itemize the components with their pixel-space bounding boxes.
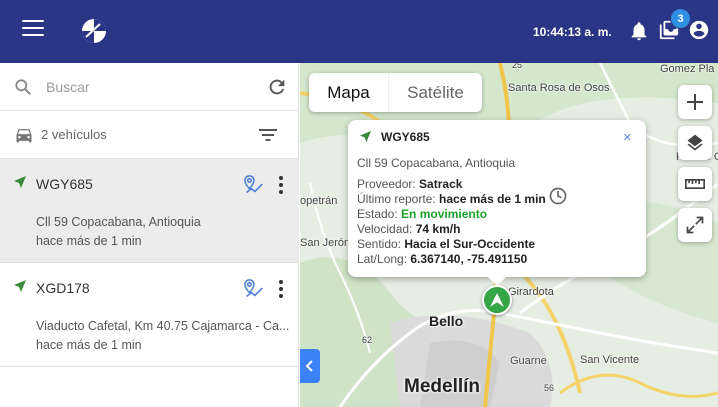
place-label: Gomez Pla [660, 63, 715, 75]
info-latlong: Lat/Long: 6.367140, -75.491150 [357, 252, 528, 266]
app-bar: 10:44:13 a. m. 3 [0, 0, 718, 63]
layers-button[interactable] [678, 126, 712, 160]
info-last-report: Último reporte: hace más de 1 min [357, 192, 546, 206]
zoom-in-button[interactable] [678, 85, 712, 119]
vehicle-last-report: hace más de 1 min [36, 234, 142, 248]
map-type-control: Mapa Satélite [309, 73, 482, 112]
navigation-arrow-icon [14, 176, 26, 188]
navigation-arrow-icon [490, 293, 504, 307]
search-icon [15, 79, 31, 95]
map-view[interactable]: Gomez Pla Santa Rosa de Osos opetrán San… [300, 63, 718, 407]
refresh-icon[interactable] [266, 76, 288, 98]
vehicle-item-xgd178[interactable]: XGD178 Viaducto Cafetal, Km 40.75 Cajama… [0, 263, 299, 367]
info-status: Estado: En movimiento [357, 207, 488, 221]
more-vert-icon[interactable] [277, 175, 285, 195]
vehicle-last-report: hace más de 1 min [36, 338, 142, 352]
ruler-icon [685, 179, 705, 189]
bell-icon[interactable] [628, 20, 650, 42]
collapse-sidebar-button[interactable] [300, 349, 320, 383]
vehicle-sidebar: 2 vehículos WGY685 Cll 59 Copacabana, An… [0, 63, 299, 407]
search-input[interactable] [46, 75, 256, 99]
place-label: Girardota [508, 286, 554, 298]
vehicle-address: Cll 59 Copacabana, Antioquia [36, 215, 201, 229]
map-type-map-button[interactable]: Mapa [309, 73, 388, 112]
car-icon [16, 129, 32, 143]
navigation-arrow-icon [14, 280, 26, 292]
layers-icon [687, 134, 703, 151]
road-shield: 25 [512, 63, 523, 70]
road-shield: 62 [362, 335, 373, 345]
logo-icon [82, 19, 106, 43]
navigation-arrow-icon [359, 130, 372, 143]
account-icon[interactable] [688, 19, 710, 41]
info-direction: Sentido: Hacia el Sur-Occidente [357, 237, 536, 251]
chevron-left-icon [305, 360, 313, 372]
menu-icon[interactable] [22, 20, 44, 38]
vehicle-plate: XGD178 [36, 280, 90, 296]
ruler-button[interactable] [678, 167, 712, 201]
place-label: San Vicente [580, 354, 640, 366]
route-icon[interactable] [243, 174, 265, 196]
vehicle-address: Viaducto Cafetal, Km 40.75 Cajamarca - C… [36, 319, 290, 333]
close-icon[interactable]: × [623, 129, 632, 146]
plus-icon [687, 94, 703, 110]
vehicle-count: 2 vehículos [41, 127, 107, 142]
clock-time: 10:44:13 a. m. [533, 25, 612, 39]
more-vert-icon[interactable] [277, 279, 285, 299]
map-type-satellite-button[interactable]: Satélite [388, 73, 482, 112]
vehicle-marker[interactable] [482, 285, 512, 315]
city-label-bello: Bello [429, 313, 464, 329]
route-icon[interactable] [243, 278, 265, 300]
city-label-medellin: Medellín [404, 376, 481, 397]
vehicle-plate: WGY685 [36, 176, 93, 192]
info-provider: Proveedor: Satrack [357, 177, 463, 191]
place-label: Guarne [510, 355, 547, 367]
vehicle-item-wgy685[interactable]: WGY685 Cll 59 Copacabana, Antioquia hace… [0, 159, 299, 263]
fullscreen-icon [686, 216, 704, 234]
place-label: Santa Rosa de Osos [508, 82, 610, 94]
road-shield: 56 [544, 383, 555, 393]
info-address: Cll 59 Copacabana, Antioquia [357, 156, 516, 170]
info-speed: Velocidad: 74 km/h [357, 222, 461, 236]
clock-icon [549, 187, 567, 205]
place-label: opetrán [300, 195, 338, 207]
vehicle-info-window: WGY685 × Cll 59 Copacabana, Antioquia Pr… [348, 120, 646, 286]
filter-icon[interactable] [258, 127, 278, 143]
fullscreen-button[interactable] [678, 208, 712, 242]
info-plate: WGY685 [381, 130, 430, 144]
vehicle-count-row: 2 vehículos [0, 111, 299, 159]
search-bar [0, 63, 299, 111]
